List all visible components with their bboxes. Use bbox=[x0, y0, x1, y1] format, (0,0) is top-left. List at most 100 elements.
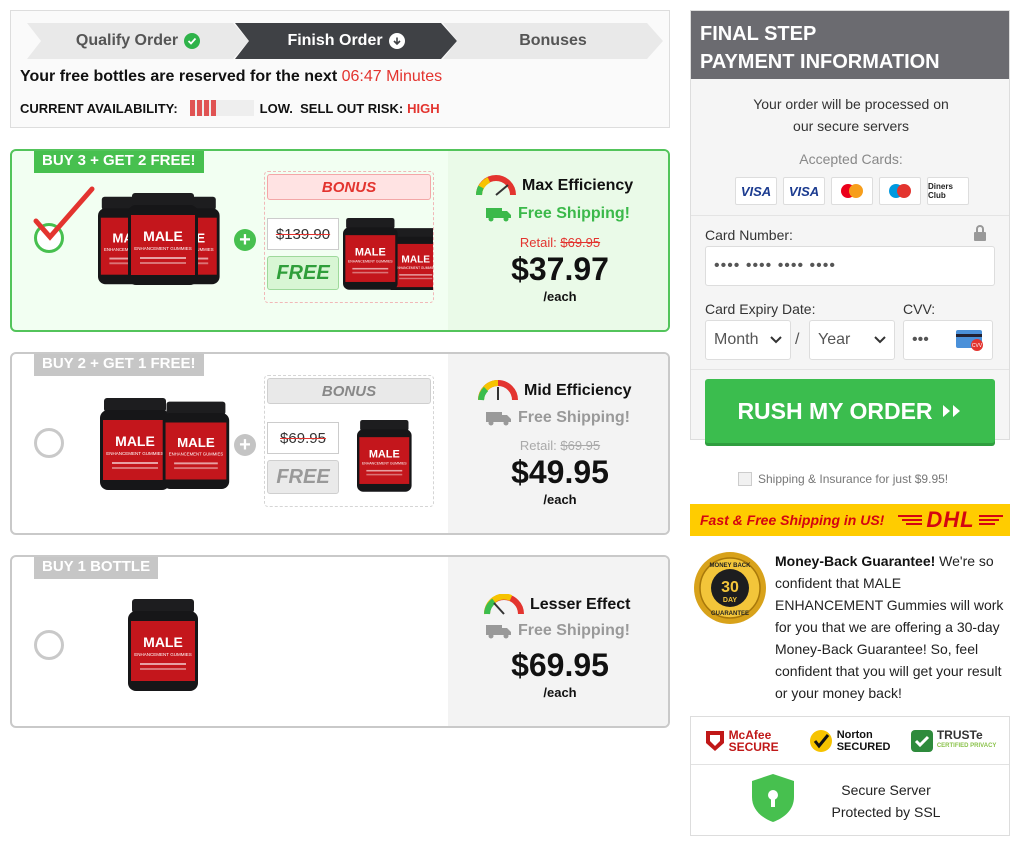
product-jar bbox=[128, 599, 198, 691]
checkmark-icon bbox=[33, 186, 95, 241]
shipping-label: Free Shipping! bbox=[518, 622, 630, 639]
bonus-box: BONUS $139.90 FREE bbox=[264, 171, 434, 303]
bonus-old-price: $69.95 bbox=[267, 422, 339, 454]
package-buy3-get2[interactable]: BUY 3 + GET 2 FREE! + BONUS $139.90 FREE… bbox=[10, 149, 670, 332]
visa-electron-icon: VISA bbox=[783, 177, 825, 205]
divider bbox=[691, 369, 1009, 370]
cvv-input[interactable]: ••• CVV bbox=[903, 320, 993, 360]
mcafee-badge: McAfee SECURE bbox=[704, 729, 783, 753]
countdown-timer: 06:47 Minutes bbox=[341, 68, 443, 85]
efficiency-label: Lesser Effect bbox=[530, 596, 631, 613]
package-buy1[interactable]: BUY 1 BOTTLE Lesser Effect Free Shipping… bbox=[10, 555, 670, 728]
guarantee-body: We're so confident that MALE ENHANCEMENT… bbox=[775, 553, 1004, 701]
double-arrow-icon bbox=[942, 405, 960, 417]
truck-icon bbox=[486, 625, 511, 639]
truck-icon bbox=[486, 412, 511, 426]
arrow-down-icon bbox=[388, 33, 405, 49]
step-bonuses-label: Bonuses bbox=[519, 32, 587, 49]
efficiency-label: Mid Efficiency bbox=[524, 382, 632, 399]
chevron-down-icon bbox=[770, 336, 782, 344]
package-tag: BUY 2 + GET 1 FREE! bbox=[34, 354, 204, 376]
step-finish-order: Finish Order bbox=[235, 23, 457, 59]
lock-icon bbox=[974, 225, 986, 241]
payment-title-line2: PAYMENT INFORMATION bbox=[700, 51, 940, 73]
cvv-placeholder: ••• bbox=[912, 331, 929, 348]
processed-line2: our secure servers bbox=[793, 118, 909, 134]
bonus-jars bbox=[343, 218, 433, 290]
shipping: Free Shipping! bbox=[486, 409, 630, 427]
gauge-icon bbox=[484, 594, 524, 615]
svg-text:MONEY BACK: MONEY BACK bbox=[710, 563, 752, 569]
svg-text:DAY: DAY bbox=[723, 597, 737, 604]
ssl-line2: Protected by SSL bbox=[831, 804, 941, 820]
truste-icon bbox=[910, 729, 933, 752]
price: $69.95 bbox=[511, 647, 609, 683]
bonus-free-label: FREE bbox=[267, 256, 339, 290]
order-progress-panel: Qualify Order Finish Order Bonuses Your … bbox=[10, 10, 670, 128]
step-qualify-order: Qualify Order bbox=[27, 23, 249, 59]
expiry-year-select[interactable]: Year bbox=[809, 320, 895, 360]
shipping: Free Shipping! bbox=[486, 622, 630, 640]
gauge-icon bbox=[478, 380, 518, 401]
expiry-month-select[interactable]: Month bbox=[705, 320, 791, 360]
trust-badges: McAfee SECURE Norton SECURED TRUSTe CERTI… bbox=[690, 716, 1010, 836]
check-icon bbox=[184, 33, 201, 49]
shipping: Free Shipping! bbox=[486, 205, 630, 223]
package-radio[interactable] bbox=[34, 630, 64, 660]
processed-note: Your order will be processed on our secu… bbox=[691, 93, 1011, 137]
risk-label: SELL OUT RISK: bbox=[300, 100, 404, 116]
efficiency: Max Efficiency bbox=[476, 175, 633, 197]
price-panel bbox=[448, 557, 668, 726]
package-tag: BUY 3 + GET 2 FREE! bbox=[34, 151, 204, 173]
bonus-old-price: $139.90 bbox=[267, 218, 339, 250]
visa-icon: VISA bbox=[735, 177, 777, 205]
package-buy2-get1[interactable]: BUY 2 + GET 1 FREE! + BONUS $69.95 FREE … bbox=[10, 352, 670, 535]
rush-order-label: RUSH MY ORDER bbox=[737, 397, 933, 424]
reserve-message: Your free bottles are reserved for the n… bbox=[20, 68, 442, 86]
payment-title-line1: FINAL STEP bbox=[700, 23, 817, 45]
step-bar: Qualify Order Finish Order Bonuses bbox=[27, 23, 663, 59]
per-unit-label: /each bbox=[543, 492, 577, 507]
year-value: Year bbox=[818, 331, 851, 348]
guarantee-text: Money-Back Guarantee! We're so confident… bbox=[775, 550, 1007, 704]
bonus-box: BONUS $69.95 FREE bbox=[264, 375, 434, 507]
product-jars bbox=[98, 193, 220, 285]
retail-price: Retail: $69.95 bbox=[519, 235, 601, 250]
ssl-text: Secure Server Protected by SSL bbox=[811, 779, 961, 823]
shipping-label: Free Shipping! bbox=[518, 409, 630, 426]
card-number-input[interactable]: •••• •••• •••• •••• bbox=[705, 246, 995, 286]
chevron-down-icon bbox=[874, 336, 886, 344]
plus-icon: + bbox=[234, 229, 256, 251]
svg-text:30: 30 bbox=[721, 579, 739, 596]
step-finish-label: Finish Order bbox=[287, 32, 383, 49]
insurance-option[interactable]: Shipping & Insurance for just $9.95! bbox=[738, 472, 948, 486]
bonus-label: BONUS bbox=[267, 174, 431, 200]
package-radio[interactable] bbox=[34, 428, 64, 458]
efficiency-label: Max Efficiency bbox=[522, 177, 634, 194]
maestro-icon bbox=[879, 177, 921, 205]
accepted-cards-label: Accepted Cards: bbox=[799, 151, 903, 167]
insurance-label: Shipping & Insurance for just $9.95! bbox=[758, 472, 949, 486]
truck-icon bbox=[486, 208, 511, 222]
card-number-placeholder: •••• •••• •••• •••• bbox=[714, 257, 836, 274]
mastercard-icon bbox=[831, 177, 873, 205]
payment-panel: FINAL STEP PAYMENT INFORMATION Your orde… bbox=[690, 10, 1011, 443]
reserve-text: Your free bottles are reserved for the n… bbox=[20, 68, 342, 85]
trust-badge-row: McAfee SECURE Norton SECURED TRUSTe CERTI… bbox=[691, 717, 1009, 765]
per-unit-label: /each bbox=[543, 289, 577, 304]
money-back-seal: 30 DAY MONEY BACK GUARANTEE bbox=[694, 552, 766, 624]
expiry-label: Card Expiry Date: bbox=[705, 301, 816, 317]
processed-line1: Your order will be processed on bbox=[753, 96, 949, 112]
rush-order-button[interactable]: RUSH MY ORDER bbox=[705, 379, 995, 443]
mcafee-shield-icon bbox=[705, 730, 724, 751]
dhl-logo-text: DHL bbox=[926, 507, 975, 532]
risk-value: HIGH bbox=[407, 100, 440, 116]
insurance-checkbox[interactable] bbox=[738, 472, 752, 486]
dhl-banner: Fast & Free Shipping in US! DHL bbox=[690, 504, 1010, 536]
norton-check-icon bbox=[809, 729, 832, 752]
step-qualify-label: Qualify Order bbox=[75, 32, 179, 49]
dhl-logo: DHL bbox=[898, 507, 1003, 533]
card-number-label: Card Number: bbox=[705, 227, 793, 243]
price: $37.97 bbox=[511, 251, 609, 287]
availability-bar bbox=[189, 100, 254, 116]
